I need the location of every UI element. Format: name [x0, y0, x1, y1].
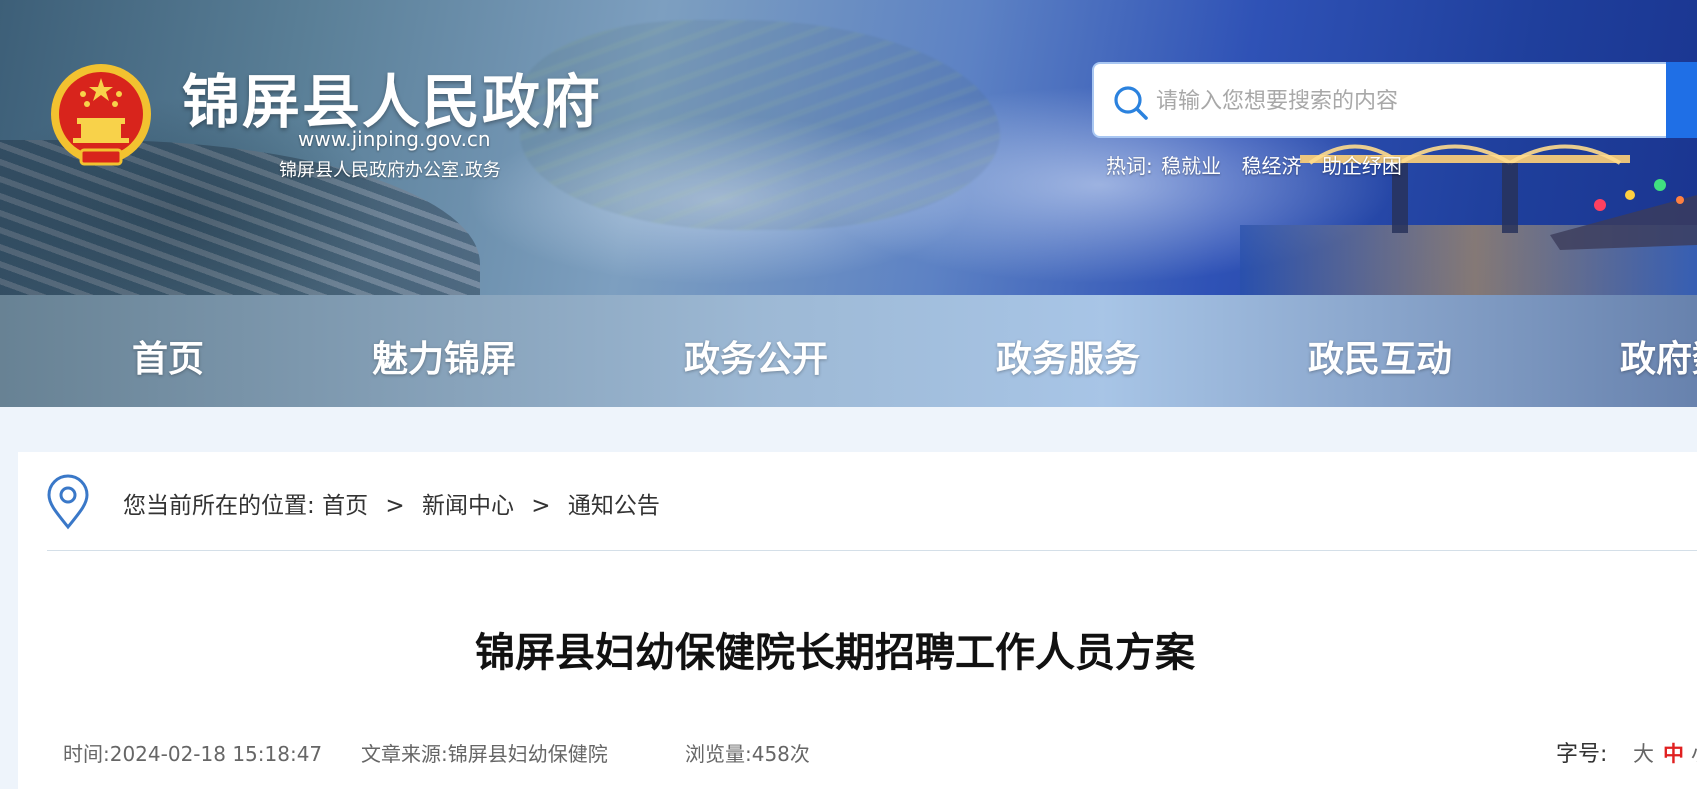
breadcrumb-divider — [47, 550, 1697, 551]
national-emblem-icon — [51, 64, 151, 166]
font-size-large-button[interactable]: 大 — [1633, 738, 1654, 768]
hot-word-link[interactable]: 稳就业 — [1161, 154, 1221, 178]
nav-item-charm-jinping[interactable]: 魅力锦屏 — [372, 330, 516, 382]
search-icon[interactable] — [1112, 84, 1150, 122]
search-box — [1092, 62, 1670, 138]
breadcrumb-separator: > — [531, 493, 551, 519]
hot-word-link[interactable]: 稳经济 — [1241, 154, 1301, 178]
hot-words-label: 热词: — [1106, 154, 1153, 178]
nav-item-government-data[interactable]: 政府数 — [1620, 330, 1697, 382]
breadcrumb-news-center[interactable]: 新闻中心 — [422, 493, 514, 519]
article-time: 时间:2024-02-18 15:18:47 — [63, 742, 323, 766]
article-source: 文章来源:锦屏县妇幼保健院 — [361, 742, 608, 766]
header-banner: 锦屏县人民政府 www.jinping.gov.cn 锦屏县人民政府办公室.政务… — [0, 0, 1697, 295]
hot-word-link[interactable]: 助企纾困 — [1322, 154, 1402, 178]
hot-words: 热词: 稳就业 稳经济 助企纾困 — [1106, 150, 1416, 179]
nav-item-public-interaction[interactable]: 政民互动 — [1308, 330, 1452, 382]
font-size-label: 字号: — [1556, 742, 1608, 767]
breadcrumb-home[interactable]: 首页 — [322, 493, 368, 519]
font-size-small-button[interactable]: 小 — [1691, 738, 1697, 768]
article-views: 浏览量:458次 — [685, 742, 810, 766]
breadcrumb-notices[interactable]: 通知公告 — [568, 493, 660, 519]
article-title: 锦屏县妇幼保健院长期招聘工作人员方案 — [475, 630, 1195, 676]
site-owner: 锦屏县人民政府办公室.政务 — [279, 160, 501, 181]
site-url: www.jinping.gov.cn — [298, 127, 491, 151]
nav-item-government-services[interactable]: 政务服务 — [996, 330, 1140, 382]
nav-item-home[interactable]: 首页 — [132, 330, 204, 382]
main-nav: 首页 魅力锦屏 政务公开 政务服务 政民互动 政府数 — [0, 295, 1697, 407]
font-size-medium-button[interactable]: 中 — [1663, 738, 1684, 768]
search-input[interactable] — [1154, 78, 1658, 124]
article-container: 您当前所在的位置: 首页 > 新闻中心 > 通知公告 锦屏县妇幼保健院长期招聘工… — [18, 452, 1697, 789]
breadcrumb-prefix: 您当前所在的位置: — [123, 493, 315, 519]
location-pin-icon — [47, 474, 89, 530]
breadcrumb: 您当前所在的位置: 首页 > 新闻中心 > 通知公告 — [123, 486, 660, 520]
breadcrumb-separator: > — [385, 493, 405, 519]
nav-item-government-affairs-open[interactable]: 政务公开 — [684, 330, 828, 382]
search-button[interactable] — [1666, 62, 1697, 138]
